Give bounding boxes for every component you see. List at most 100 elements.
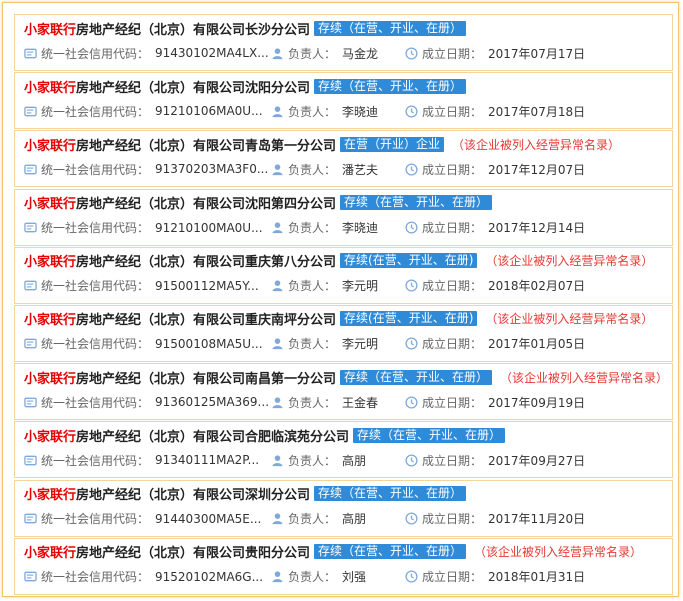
- credit-code-value: 91440300MA5E...: [155, 511, 262, 526]
- brand-name[interactable]: 小家联行: [24, 309, 76, 328]
- person-label: 负责人：: [288, 512, 337, 526]
- brand-name[interactable]: 小家联行: [24, 484, 76, 503]
- credit-card-icon: [24, 164, 37, 175]
- company-title-line: 小家联行 房地产经纪（北京）有限公司南昌第一分公司 存续（在营、开业、在册） （…: [24, 368, 668, 387]
- date-field: 成立日期： 2017年12月14日: [405, 220, 585, 236]
- person-field: 负责人： 潘艺夫: [271, 161, 378, 177]
- person-field: 负责人： 高朋: [271, 452, 366, 468]
- abnormal-warning: （该企业被列入经营异常名录）: [474, 545, 643, 560]
- date-value: 2017年12月07日: [488, 162, 586, 177]
- company-info-line: 统一社会信用代码： 91500112MA5Y... 负责人： 李元明 成立日期：: [24, 278, 664, 294]
- person-label: 负责人：: [288, 279, 337, 294]
- person-field: 负责人： 高朋: [271, 511, 366, 527]
- date-label: 成立日期：: [422, 395, 483, 410]
- company-name[interactable]: 房地产经纪（北京）有限公司重庆第八分公司: [76, 251, 336, 270]
- company-card[interactable]: 小家联行 房地产经纪（北京）有限公司合肥临滨苑分公司 存续（在营、开业、在册） …: [14, 421, 673, 479]
- person-value[interactable]: 高朋: [342, 452, 366, 469]
- company-card[interactable]: 小家联行 房地产经纪（北京）有限公司重庆南坪分公司 存续(在营、开业、在册) （…: [14, 304, 673, 362]
- brand-name[interactable]: 小家联行: [24, 251, 76, 270]
- date-value: 2017年01月05日: [488, 337, 586, 352]
- credit-code-value: 91430102MA4LX...: [155, 46, 269, 60]
- person-label: 负责人：: [288, 104, 337, 119]
- person-value[interactable]: 高朋: [342, 510, 366, 527]
- person-icon: [272, 455, 283, 466]
- date-label: 成立日期：: [422, 337, 483, 352]
- company-card[interactable]: 小家联行 房地产经纪（北京）有限公司沈阳分公司 存续（在营、开业、在册） 统一社…: [14, 72, 673, 130]
- company-card[interactable]: 小家联行 房地产经纪（北京）有限公司贵阳分公司 存续（在营、开业、在册） （该企…: [14, 537, 673, 595]
- person-label: 负责人：: [288, 221, 337, 236]
- company-card[interactable]: 小家联行 房地产经纪（北京）有限公司长沙分公司 存续（在营、开业、在册） 统一社…: [14, 14, 673, 71]
- credit-code-value: 91520102MA6G...: [155, 569, 264, 584]
- person-value[interactable]: 刘强: [342, 568, 366, 585]
- date-label: 成立日期：: [422, 453, 483, 468]
- credit-card-icon: [24, 106, 37, 117]
- company-info-line: 统一社会信用代码： 91210100MA0U... 负责人： 李晓迪 成立日期：: [24, 220, 664, 236]
- date-value: 2018年02月07日: [488, 279, 586, 294]
- person-value[interactable]: 李元明: [342, 277, 378, 294]
- date-label: 成立日期：: [422, 279, 483, 294]
- credit-card-icon: [24, 339, 37, 349]
- company-name[interactable]: 房地产经纪（北京）有限公司青岛第一分公司: [76, 135, 336, 154]
- brand-name[interactable]: 小家联行: [24, 135, 76, 154]
- status-badge: 存续（在营、开业、在册）: [314, 486, 467, 501]
- person-icon: [272, 106, 283, 117]
- person-value[interactable]: 潘艺夫: [342, 161, 378, 178]
- person-field: 负责人： 李晓迪: [271, 103, 378, 119]
- company-card[interactable]: 小家联行 房地产经纪（北京）有限公司青岛第一分公司 在营（开业）企业 （该企业被…: [14, 130, 673, 188]
- date-value: 2017年09月19日: [488, 395, 586, 410]
- company-title-line: 小家联行 房地产经纪（北京）有限公司青岛第一分公司 在营（开业）企业 （该企业被…: [24, 135, 620, 154]
- brand-name[interactable]: 小家联行: [24, 19, 76, 38]
- credit-code-label: 统一社会信用代码：: [41, 279, 150, 294]
- company-name[interactable]: 房地产经纪（北京）有限公司贵阳分公司: [76, 542, 310, 561]
- company-name[interactable]: 房地产经纪（北京）有限公司深圳分公司: [76, 484, 310, 503]
- person-value[interactable]: 李晓迪: [342, 219, 378, 236]
- abnormal-warning: （该企业被列入经营异常名录）: [485, 254, 654, 269]
- company-name[interactable]: 房地产经纪（北京）有限公司沈阳分公司: [76, 77, 310, 96]
- info-clock-icon: [405, 279, 418, 292]
- person-field: 负责人： 李晓迪: [271, 220, 378, 236]
- company-name[interactable]: 房地产经纪（北京）有限公司南昌第一分公司: [76, 368, 336, 387]
- person-value[interactable]: 李晓迪: [342, 103, 378, 120]
- brand-name[interactable]: 小家联行: [24, 77, 76, 96]
- info-clock-icon: [405, 570, 418, 583]
- company-name[interactable]: 房地产经纪（北京）有限公司长沙分公司: [76, 19, 310, 38]
- info-clock-icon: [405, 221, 418, 234]
- credit-code-label: 统一社会信用代码：: [41, 570, 150, 585]
- credit-code-field: 统一社会信用代码： 91370203MA3F0...: [24, 161, 268, 177]
- person-value[interactable]: 马金龙: [342, 45, 378, 62]
- credit-card-icon: [24, 513, 37, 524]
- credit-card-icon: [24, 280, 37, 291]
- company-name[interactable]: 房地产经纪（北京）有限公司沈阳第四分公司: [76, 193, 336, 212]
- company-list-frame: 小家联行 房地产经纪（北京）有限公司长沙分公司 存续（在营、开业、在册） 统一社…: [2, 2, 679, 597]
- brand-name[interactable]: 小家联行: [24, 193, 76, 212]
- date-label: 成立日期：: [422, 221, 483, 236]
- date-value: 2017年07月17日: [488, 46, 586, 61]
- company-card[interactable]: 小家联行 房地产经纪（北京）有限公司深圳分公司 存续（在营、开业、在册） 统一社…: [14, 479, 673, 537]
- date-value: 2017年07月18日: [488, 104, 586, 119]
- company-card[interactable]: 小家联行 房地产经纪（北京）有限公司沈阳第四分公司 存续（在营、开业、在册） 统…: [14, 188, 673, 246]
- person-label: 负责人：: [288, 453, 337, 468]
- brand-name[interactable]: 小家联行: [24, 368, 76, 387]
- company-name[interactable]: 房地产经纪（北京）有限公司重庆南坪分公司: [76, 309, 336, 328]
- person-value[interactable]: 李元明: [342, 335, 378, 352]
- credit-code-field: 统一社会信用代码： 91210100MA0U...: [24, 220, 263, 236]
- status-badge: 存续（在营、开业、在册）: [353, 427, 506, 443]
- company-title-line: 小家联行 房地产经纪（北京）有限公司重庆南坪分公司 存续(在营、开业、在册) （…: [24, 310, 653, 328]
- date-label: 成立日期：: [422, 162, 483, 177]
- credit-card-icon: [24, 397, 37, 407]
- company-name[interactable]: 房地产经纪（北京）有限公司合肥临滨苑分公司: [76, 426, 349, 445]
- brand-name[interactable]: 小家联行: [24, 426, 76, 445]
- company-card[interactable]: 小家联行 房地产经纪（北京）有限公司重庆第八分公司 存续(在营、开业、在册) （…: [14, 246, 673, 304]
- status-badge: 存续(在营、开业、在册): [340, 311, 478, 327]
- date-value: 2017年11月20日: [488, 512, 586, 526]
- brand-name[interactable]: 小家联行: [24, 542, 76, 561]
- credit-card-icon: [24, 48, 37, 58]
- person-value[interactable]: 王金春: [342, 394, 378, 411]
- credit-code-label: 统一社会信用代码：: [41, 221, 150, 236]
- person-icon: [272, 47, 283, 59]
- date-field: 成立日期： 2018年02月07日: [405, 278, 585, 294]
- status-badge: 存续(在营、开业、在册): [340, 253, 478, 269]
- person-field: 负责人： 王金春: [271, 394, 378, 410]
- company-card[interactable]: 小家联行 房地产经纪（北京）有限公司南昌第一分公司 存续（在营、开业、在册） （…: [14, 363, 673, 421]
- credit-code-field: 统一社会信用代码： 91360125MA369...: [24, 394, 269, 410]
